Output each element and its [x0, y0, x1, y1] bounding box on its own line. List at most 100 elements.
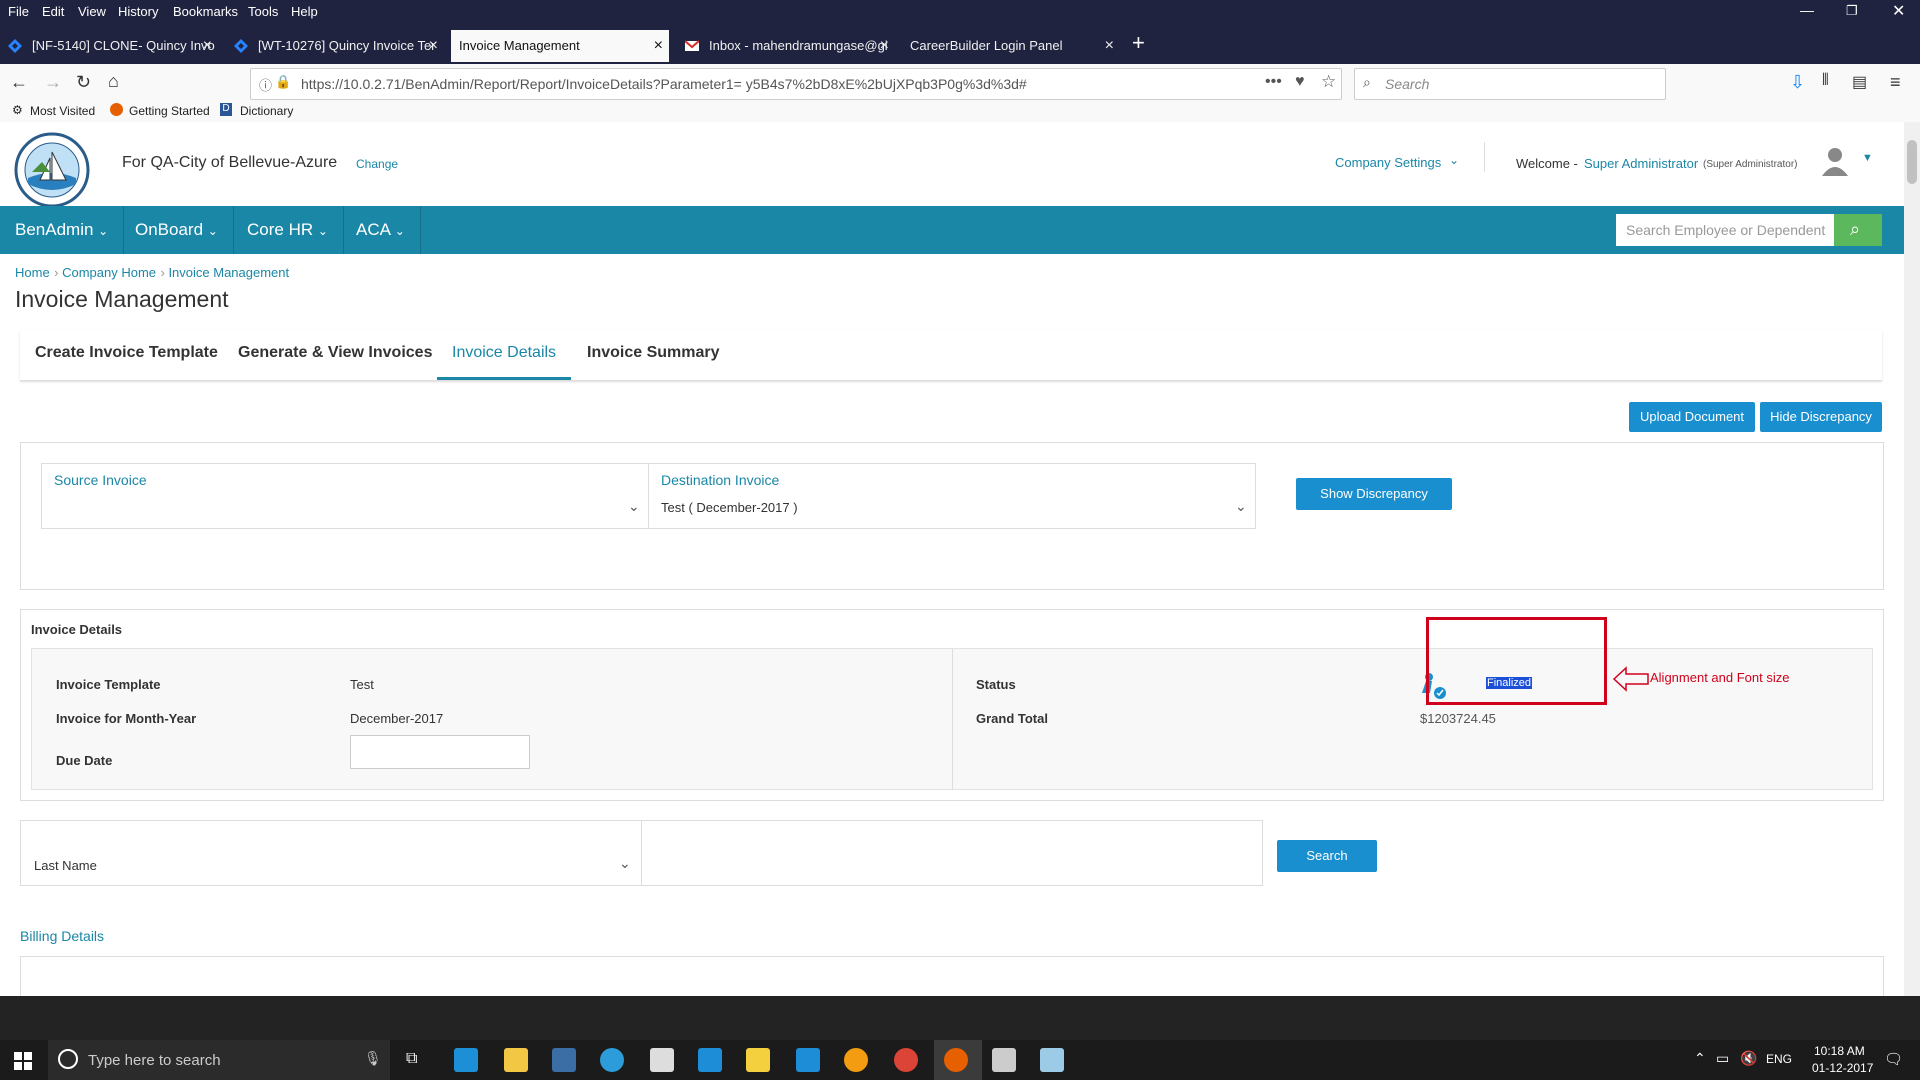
change-link[interactable]: Change	[356, 157, 398, 171]
file-explorer-icon[interactable]	[504, 1048, 528, 1072]
menu-history[interactable]: History	[118, 4, 158, 19]
lock-icon[interactable]: 🔒	[275, 74, 291, 90]
show-discrepancy-button[interactable]: Show Discrepancy	[1296, 478, 1452, 510]
clock-time[interactable]: 10:18 AM	[1814, 1044, 1865, 1058]
back-icon[interactable]: ←	[10, 72, 28, 93]
network-icon[interactable]: ▭	[1716, 1050, 1729, 1067]
user-name[interactable]: Super Administrator	[1584, 156, 1698, 171]
avatar[interactable]	[1820, 146, 1850, 176]
tab-generate-view-invoices[interactable]: Generate & View Invoices	[238, 344, 432, 362]
source-invoice-select[interactable]: Source Invoice ⌄	[41, 463, 649, 529]
home-icon[interactable]: ⌂	[108, 71, 119, 92]
dictionary-icon: D	[220, 103, 232, 116]
bookmark-dictionary[interactable]: Dictionary	[240, 104, 293, 118]
nav-benadmin[interactable]: BenAdmin ⌄	[0, 206, 125, 254]
page-actions-icon[interactable]: •••	[1265, 73, 1282, 91]
volume-icon[interactable]: 🔇	[1740, 1050, 1757, 1067]
minimize-icon[interactable]: —	[1800, 2, 1814, 18]
clock-date[interactable]: 01-12-2017	[1812, 1061, 1873, 1075]
breadcrumb-company-home[interactable]: Company Home	[62, 265, 156, 280]
tab-invoice-details[interactable]: Invoice Details	[452, 344, 556, 362]
filter-value-input[interactable]	[641, 820, 1263, 886]
task-view-icon[interactable]: ⧉	[406, 1050, 417, 1068]
notifications-icon[interactable]: 🗨	[1884, 1050, 1903, 1068]
tab-close-icon[interactable]: ×	[203, 30, 212, 62]
browser-tab[interactable]: Inbox - mahendramungase@gi ×	[677, 30, 895, 62]
browser-icon[interactable]	[600, 1048, 624, 1072]
menu-edit[interactable]: Edit	[42, 4, 64, 19]
chevron-down-icon[interactable]: ⌄	[1449, 153, 1459, 167]
breadcrumb-home[interactable]: Home	[15, 265, 50, 280]
info-icon[interactable]: ⓘ	[259, 75, 272, 94]
sticky-notes-icon[interactable]	[746, 1048, 770, 1072]
company-settings-menu[interactable]: Company Settings	[1335, 155, 1441, 170]
reload-icon[interactable]: ↻	[76, 72, 91, 93]
billing-details-heading: Billing Details	[20, 928, 105, 944]
tab-close-icon[interactable]: ×	[880, 30, 889, 62]
menu-help[interactable]: Help	[291, 4, 318, 19]
browser-tab[interactable]: [NF-5140] CLONE- Quincy Invo ×	[0, 30, 218, 62]
tab-close-icon[interactable]: ×	[429, 30, 438, 62]
hamburger-menu-icon[interactable]: ≡	[1890, 72, 1901, 93]
taskbar-search-input[interactable]: Type here to search 🎙	[48, 1040, 390, 1080]
nav-onboard[interactable]: OnBoard ⌄	[120, 206, 234, 254]
tab-close-icon[interactable]: ×	[1105, 30, 1114, 62]
browser-tab[interactable]: [WT-10276] Quincy Invoice Ter ×	[226, 30, 444, 62]
menu-file[interactable]: File	[8, 4, 29, 19]
destination-invoice-select[interactable]: Destination Invoice Test ( December-2017…	[648, 463, 1256, 529]
snipping-tool-icon[interactable]	[1040, 1048, 1064, 1072]
menu-view[interactable]: View	[78, 4, 106, 19]
language-indicator[interactable]: ENG	[1766, 1052, 1792, 1066]
menu-bookmarks[interactable]: Bookmarks	[173, 4, 238, 19]
calculator-icon[interactable]	[992, 1048, 1016, 1072]
chrome-icon[interactable]	[894, 1048, 918, 1072]
employee-search-input[interactable]: Search Employee or Dependent	[1616, 214, 1834, 246]
nav-corehr[interactable]: Core HR ⌄	[232, 206, 344, 254]
tab-close-icon[interactable]: ×	[654, 30, 663, 62]
app-icon[interactable]	[844, 1048, 868, 1072]
download-icon[interactable]: ⇩	[1790, 72, 1805, 93]
restore-icon[interactable]: ❐	[1846, 3, 1858, 19]
org-name: For QA-City of Bellevue-Azure	[122, 154, 338, 171]
search-button[interactable]: Search	[1277, 840, 1377, 872]
browser-menubar: File Edit View History Bookmarks Tools H…	[0, 0, 1920, 24]
tab-invoice-summary[interactable]: Invoice Summary	[587, 344, 720, 362]
breadcrumb-invoice-management[interactable]: Invoice Management	[168, 265, 289, 280]
page-scrollbar[interactable]	[1904, 122, 1920, 996]
due-date-input[interactable]	[350, 735, 530, 769]
menu-tools[interactable]: Tools	[248, 4, 278, 19]
browser-tab-active[interactable]: Invoice Management ×	[451, 30, 669, 62]
column-divider	[952, 649, 953, 789]
tray-chevron-icon[interactable]: ⌃	[1694, 1050, 1706, 1067]
browser-search-input[interactable]: ⌕ Search	[1354, 68, 1666, 100]
sidebar-icon[interactable]: ▤	[1852, 72, 1867, 92]
firefox-icon[interactable]	[944, 1048, 968, 1072]
bookmark-most-visited[interactable]: Most Visited	[30, 104, 95, 118]
new-tab-button[interactable]: +	[1132, 30, 1145, 56]
zoom-app-icon[interactable]	[796, 1048, 820, 1072]
zoom-icon[interactable]	[698, 1048, 722, 1072]
upload-document-button[interactable]: Upload Document	[1629, 402, 1755, 432]
tab-create-invoice-template[interactable]: Create Invoice Template	[35, 344, 218, 362]
forward-icon[interactable]: →	[44, 72, 62, 93]
bookmark-getting-started[interactable]: Getting Started	[129, 104, 210, 118]
store-icon[interactable]	[552, 1048, 576, 1072]
windows-taskbar: Type here to search 🎙 ⧉ ⌃ ▭ 🔇 ENG 10:18 …	[0, 1040, 1920, 1080]
library-icon[interactable]: ⫴	[1822, 72, 1829, 90]
nav-aca[interactable]: ACA ⌄	[341, 206, 421, 254]
edge-icon[interactable]	[454, 1048, 478, 1072]
bookmark-star-icon[interactable]: ☆	[1321, 72, 1336, 92]
browser-tab[interactable]: CareerBuilder Login Panel ×	[902, 30, 1120, 62]
url-text[interactable]: https://10.0.2.71/BenAdmin/Report/Report…	[301, 76, 1027, 92]
scrollbar-thumb[interactable]	[1907, 140, 1917, 184]
filter-field-select[interactable]: Last Name ⌄	[20, 820, 642, 886]
mail-icon[interactable]	[650, 1048, 674, 1072]
due-date-label: Due Date	[56, 753, 113, 768]
user-menu-caret-icon[interactable]: ▼	[1862, 152, 1873, 164]
employee-search-button[interactable]: ⌕	[1834, 214, 1882, 246]
windows-start-icon[interactable]	[14, 1052, 32, 1070]
pocket-icon[interactable]: ♥	[1295, 73, 1305, 91]
close-window-icon[interactable]: ✕	[1892, 1, 1905, 21]
hide-discrepancy-button[interactable]: Hide Discrepancy	[1760, 402, 1882, 432]
url-bar[interactable]: ⓘ 🔒 https://10.0.2.71/BenAdmin/Report/Re…	[250, 68, 1342, 100]
